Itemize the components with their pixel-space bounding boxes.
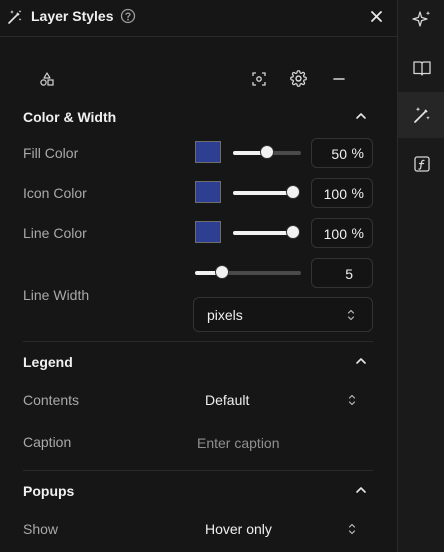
- contents-value: Default: [205, 392, 250, 408]
- line-opacity-input[interactable]: 100 %: [311, 218, 373, 248]
- fill-opacity-input[interactable]: 50 %: [311, 138, 373, 168]
- show-select[interactable]: Hover only: [193, 511, 373, 546]
- units-value: pixels: [207, 307, 243, 323]
- icon-color-slider[interactable]: [233, 185, 300, 199]
- line-width-units-select[interactable]: pixels: [193, 297, 373, 332]
- contents-label: Contents: [23, 392, 80, 408]
- caption-input[interactable]: Enter caption: [197, 435, 280, 451]
- slider-knob[interactable]: [260, 145, 274, 159]
- section-title-color-width: Color & Width: [23, 109, 117, 125]
- fill-opacity-value: 50: [331, 146, 347, 162]
- function-icon[interactable]: [411, 153, 433, 175]
- slider-knob[interactable]: [286, 185, 300, 199]
- percent-unit: %: [351, 185, 364, 201]
- icon-opacity-input[interactable]: 100 %: [311, 178, 373, 208]
- panel-title: Layer Styles: [31, 8, 114, 24]
- chevron-updown-icon: [348, 523, 356, 535]
- magic-wand-icon[interactable]: [411, 104, 433, 126]
- gear-icon[interactable]: [290, 70, 307, 87]
- slider-fill: [233, 191, 293, 195]
- section-divider: [23, 341, 373, 342]
- section-divider: [23, 470, 373, 471]
- layer-styles-panel: Layer Styles Color & Width Fill Color 50: [0, 0, 397, 552]
- fill-color-label: Fill Color: [23, 145, 79, 161]
- line-width-input[interactable]: 5: [311, 258, 373, 288]
- icon-color-label: Icon Color: [23, 185, 87, 201]
- contents-select[interactable]: Default: [193, 382, 373, 417]
- icon-color-swatch[interactable]: [195, 181, 221, 203]
- section-title-popups: Popups: [23, 483, 75, 499]
- chevron-updown-icon: [347, 309, 355, 321]
- side-rail: [397, 0, 444, 552]
- show-value: Hover only: [205, 521, 272, 537]
- percent-unit: %: [351, 145, 364, 161]
- fill-color-slider[interactable]: [233, 145, 301, 159]
- line-color-label: Line Color: [23, 225, 87, 241]
- caption-label: Caption: [23, 434, 72, 450]
- line-width-slider[interactable]: [195, 265, 301, 279]
- minus-icon[interactable]: [332, 71, 346, 87]
- slider-fill: [233, 231, 293, 235]
- fill-color-swatch[interactable]: [195, 141, 221, 163]
- line-opacity-value: 100: [323, 226, 347, 242]
- book-icon[interactable]: [411, 57, 433, 79]
- section-title-legend: Legend: [23, 354, 73, 370]
- close-icon[interactable]: [370, 10, 383, 23]
- chevron-up-icon[interactable]: [355, 486, 367, 494]
- shapes-icon[interactable]: [39, 71, 55, 87]
- chevron-updown-icon: [348, 394, 356, 406]
- header-divider: [0, 36, 397, 37]
- chevron-up-icon[interactable]: [355, 112, 367, 120]
- line-width-value: 5: [345, 266, 353, 282]
- magic-wand-icon: [8, 10, 22, 24]
- line-color-slider[interactable]: [233, 225, 300, 239]
- show-label: Show: [23, 521, 59, 537]
- sparkles-icon[interactable]: [411, 9, 433, 31]
- line-color-swatch[interactable]: [195, 221, 221, 243]
- percent-unit: %: [351, 225, 364, 241]
- slider-knob[interactable]: [286, 225, 300, 239]
- slider-knob[interactable]: [215, 265, 229, 279]
- chevron-up-icon[interactable]: [355, 357, 367, 365]
- help-circle-icon[interactable]: [120, 8, 136, 24]
- focus-icon[interactable]: [251, 71, 267, 87]
- line-width-label: Line Width: [23, 287, 90, 303]
- icon-opacity-value: 100: [323, 186, 347, 202]
